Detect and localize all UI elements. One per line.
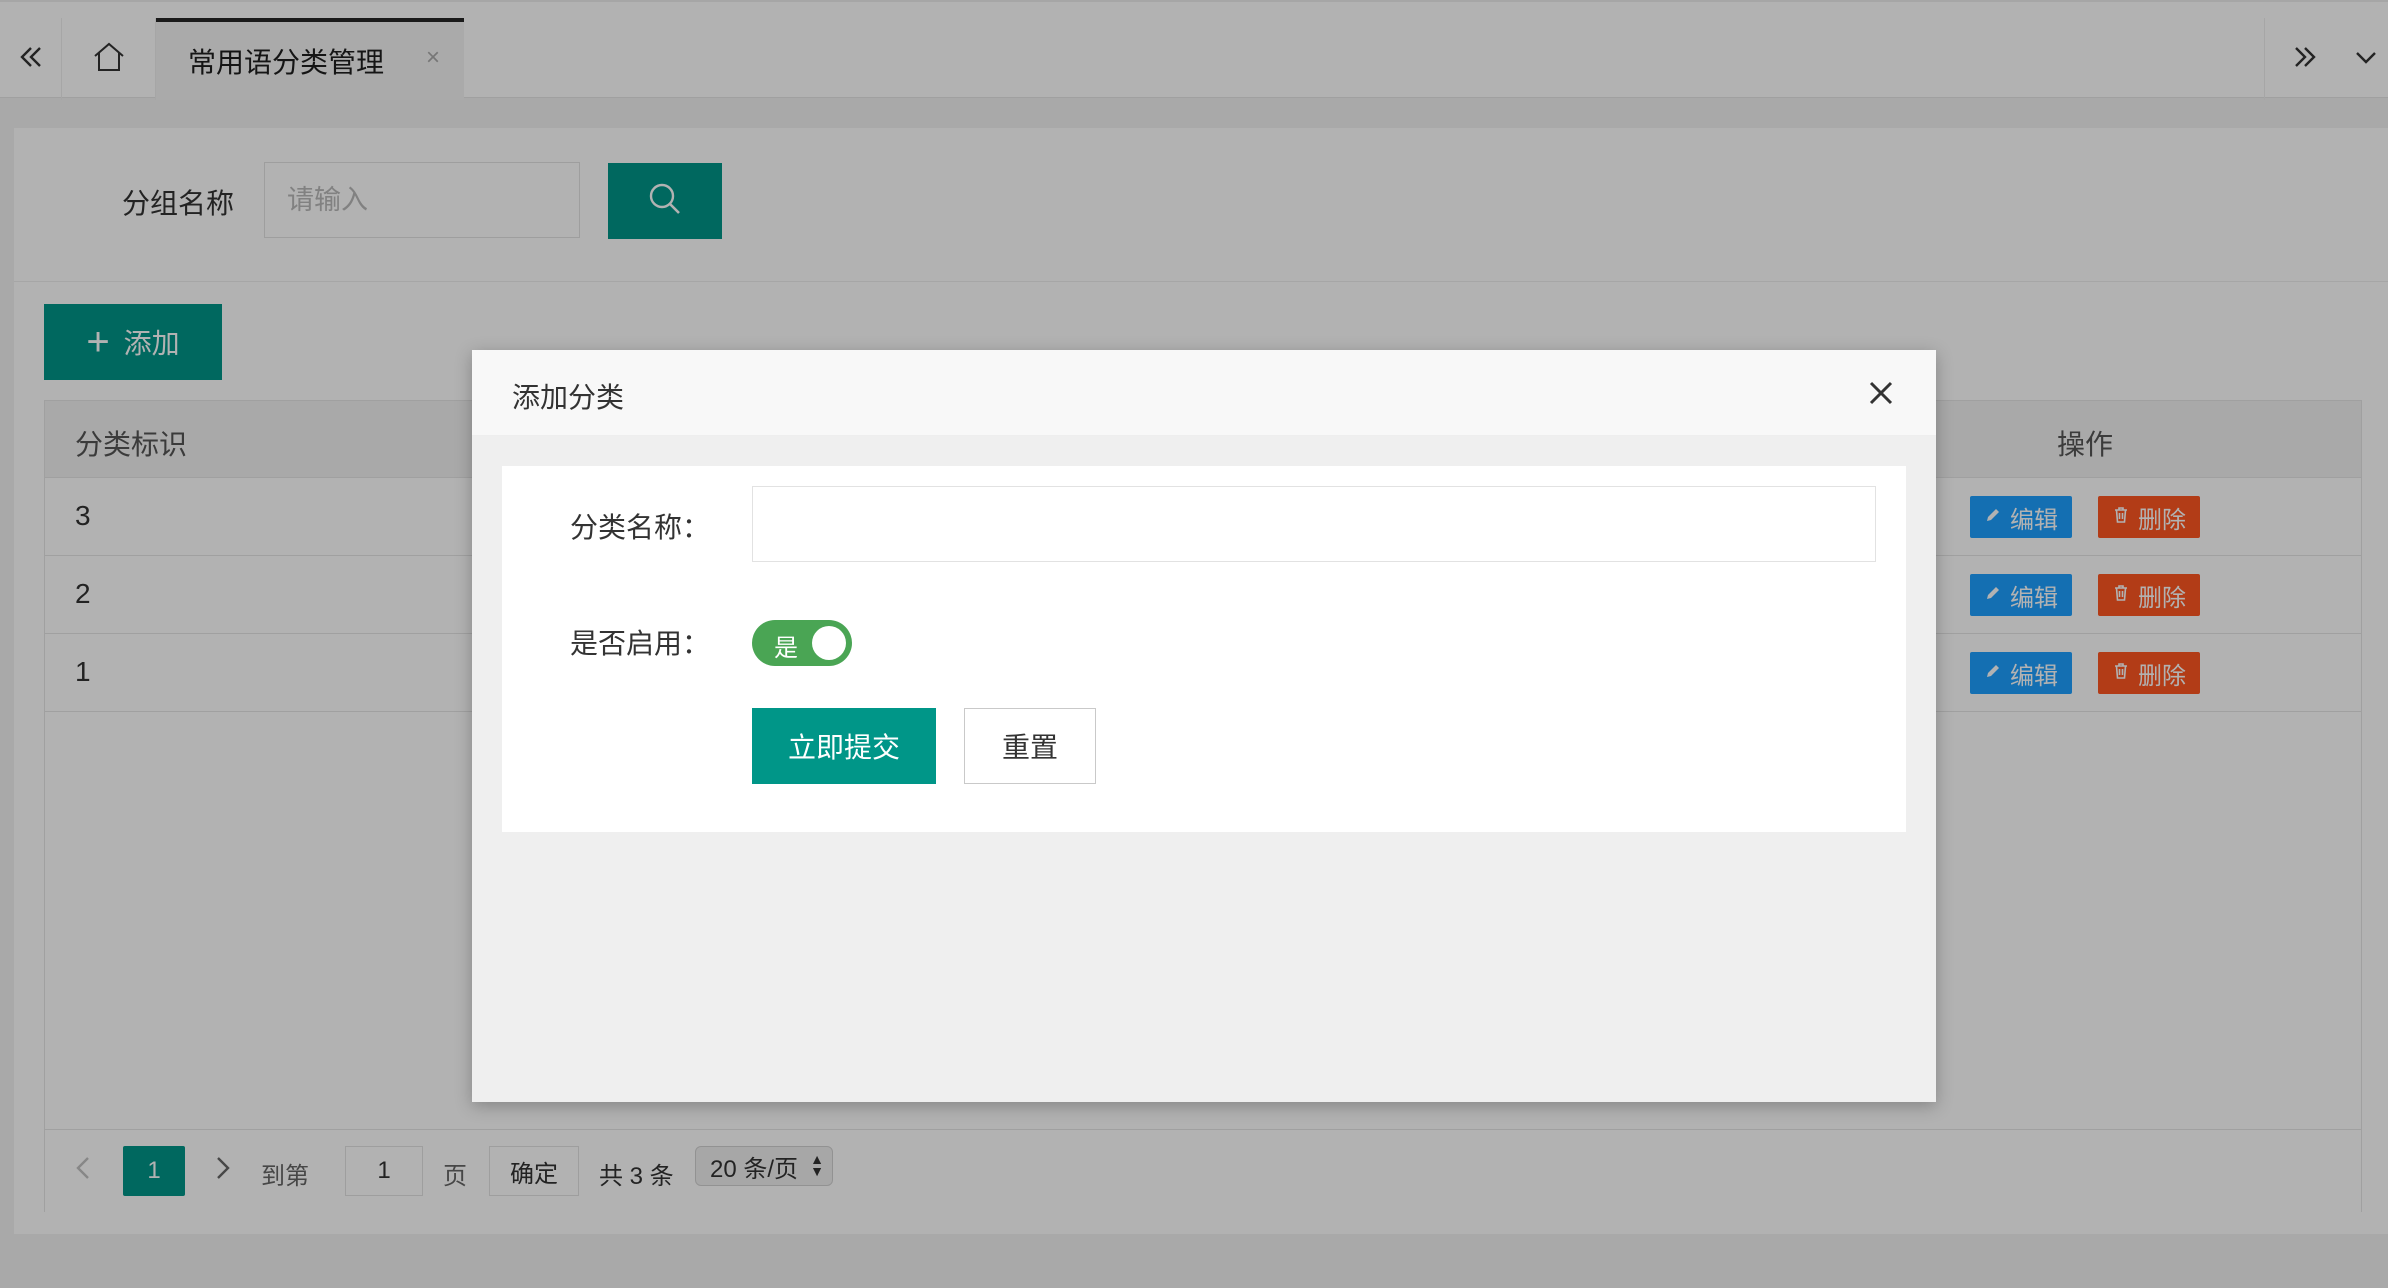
close-icon[interactable] xyxy=(1864,376,1898,410)
enabled-toggle[interactable]: 是 xyxy=(752,620,852,666)
category-name-input[interactable] xyxy=(752,486,1876,562)
dialog-header: 添加分类 xyxy=(472,350,1936,436)
dialog-title: 添加分类 xyxy=(512,382,625,413)
enabled-label: 是否启用： xyxy=(569,628,710,659)
reset-button[interactable]: 重置 xyxy=(964,708,1096,784)
dialog-form: 分类名称： 是否启用： 是 立即提交 重置 xyxy=(502,466,1906,832)
toggle-text: 是 xyxy=(774,635,798,662)
submit-button[interactable]: 立即提交 xyxy=(752,708,936,784)
category-name-label: 分类名称： xyxy=(569,512,710,543)
add-category-dialog: 添加分类 分类名称： 是否启用： 是 立即提交 重置 xyxy=(472,350,1936,1102)
toggle-knob xyxy=(812,626,846,660)
